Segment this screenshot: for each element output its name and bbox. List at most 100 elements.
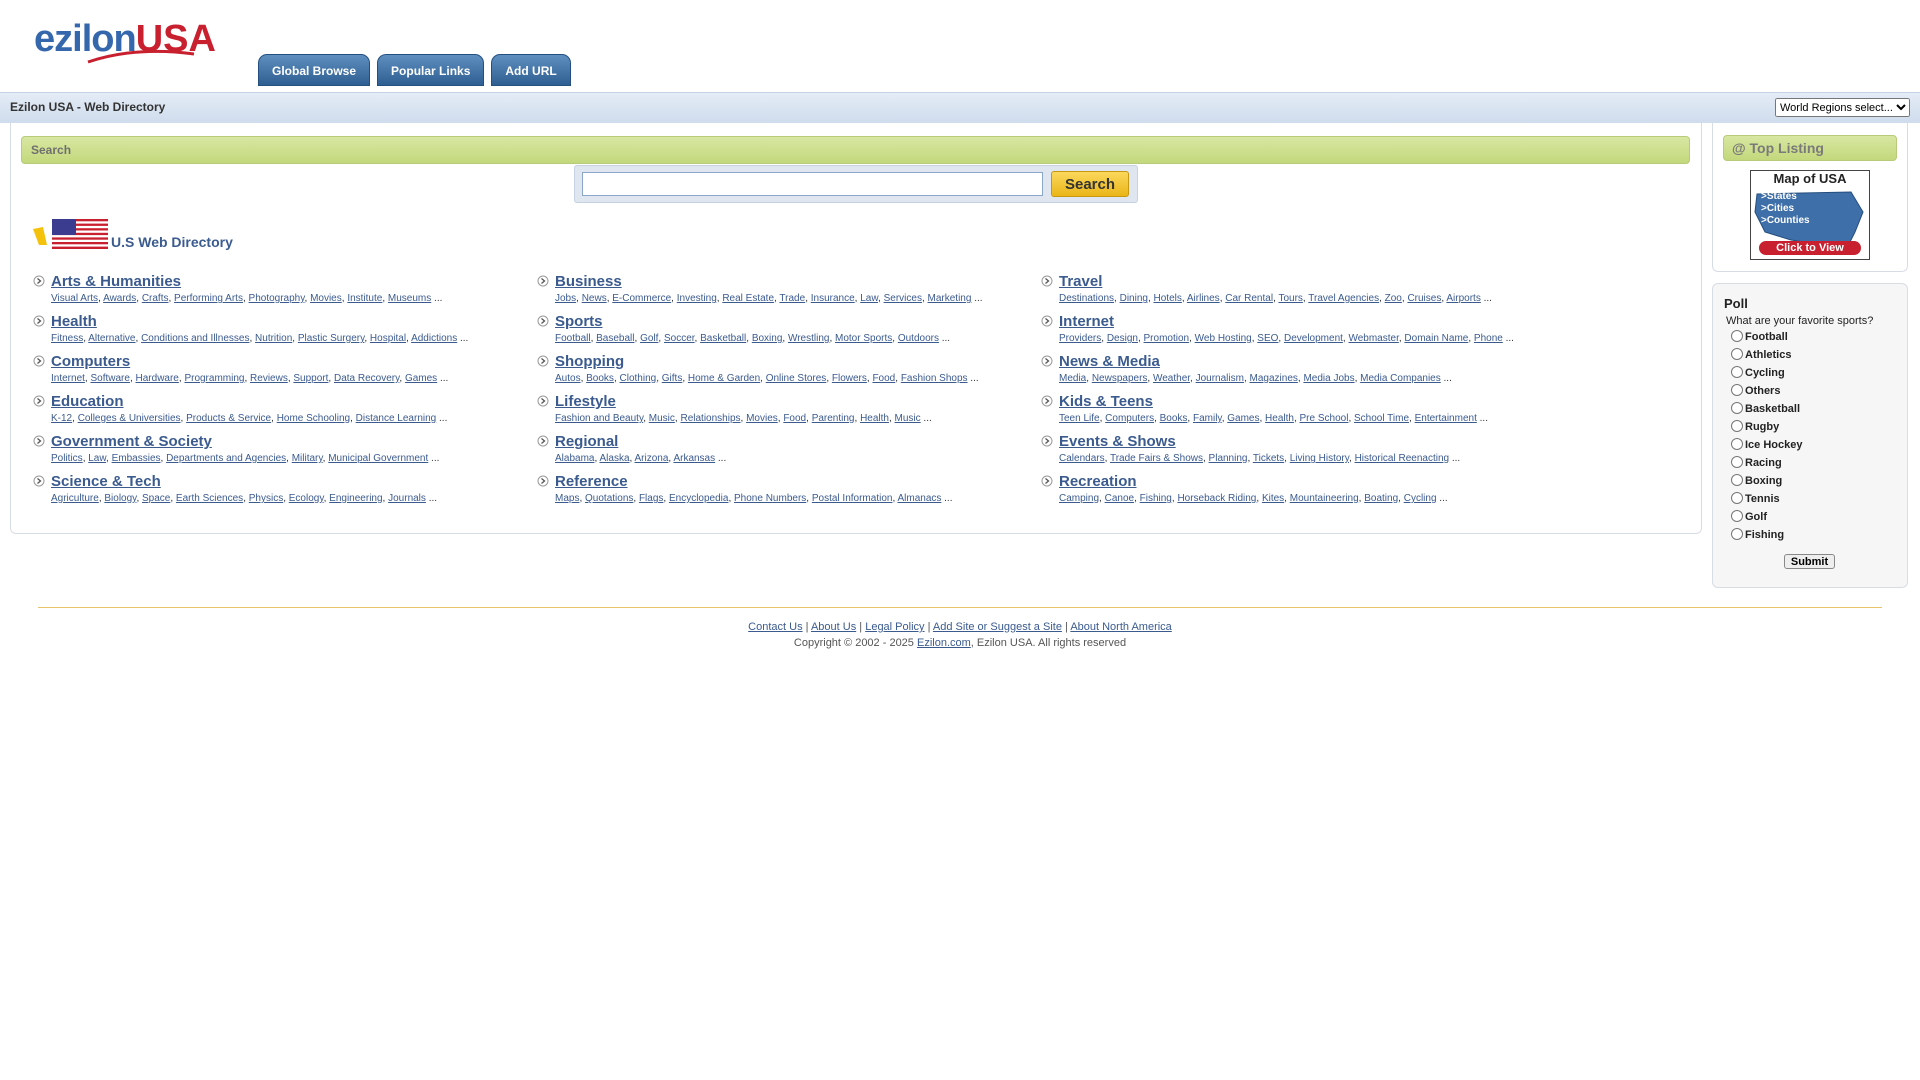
subcategory-link[interactable]: Postal Information (812, 493, 893, 504)
subcategory-link[interactable]: Music (649, 413, 675, 424)
category-link-computers[interactable]: Computers (51, 353, 130, 370)
subcategory-link[interactable]: Plastic Surgery (298, 333, 365, 344)
poll-submit-button[interactable]: Submit (1784, 554, 1835, 569)
category-link-reference[interactable]: Reference (555, 473, 628, 490)
poll-option[interactable]: Golf (1731, 510, 1767, 523)
poll-option[interactable]: Football (1731, 330, 1788, 343)
poll-option[interactable]: Fishing (1731, 528, 1784, 541)
subcategory-link[interactable]: Law (860, 293, 878, 304)
subcategory-link[interactable]: Institute (347, 293, 382, 304)
category-link-education[interactable]: Education (51, 393, 124, 410)
subcategory-link[interactable]: Travel Agencies (1308, 293, 1379, 304)
subcategory-link[interactable]: Space (142, 493, 170, 504)
subcategory-link[interactable]: Wrestling (788, 333, 830, 344)
poll-radio[interactable] (1731, 474, 1743, 486)
subcategory-link[interactable]: Flags (639, 493, 663, 504)
subcategory-link[interactable]: Games (405, 373, 437, 384)
subcategory-link[interactable]: Health (860, 413, 889, 424)
subcategory-link[interactable]: Politics (51, 453, 83, 464)
subcategory-link[interactable]: Embassies (112, 453, 161, 464)
category-link-news-media[interactable]: News & Media (1059, 353, 1160, 370)
poll-radio[interactable] (1731, 492, 1743, 504)
subcategory-link[interactable]: Planning (1209, 453, 1248, 464)
poll-radio[interactable] (1731, 528, 1743, 540)
footer-link[interactable]: About North America (1070, 621, 1172, 633)
subcategory-link[interactable]: Law (88, 453, 106, 464)
search-button[interactable]: Search (1051, 171, 1129, 197)
subcategory-link[interactable]: Alabama (555, 453, 594, 464)
poll-option[interactable]: Boxing (1731, 474, 1782, 487)
subcategory-link[interactable]: Tickets (1253, 453, 1284, 464)
poll-radio[interactable] (1731, 420, 1743, 432)
subcategory-link[interactable]: Living History (1290, 453, 1349, 464)
poll-radio[interactable] (1731, 330, 1743, 342)
subcategory-link[interactable]: Hotels (1154, 293, 1182, 304)
poll-radio[interactable] (1731, 384, 1743, 396)
poll-option[interactable]: Basketball (1731, 402, 1800, 415)
subcategory-link[interactable]: Programming (184, 373, 244, 384)
subcategory-link[interactable]: Visual Arts (51, 293, 98, 304)
subcategory-link[interactable]: Encyclopedia (669, 493, 728, 504)
subcategory-link[interactable]: Media (1059, 373, 1086, 384)
subcategory-link[interactable]: Phone (1474, 333, 1503, 344)
subcategory-link[interactable]: Phone Numbers (734, 493, 806, 504)
subcategory-link[interactable]: Web Hosting (1195, 333, 1252, 344)
subcategory-link[interactable]: Earth Sciences (176, 493, 243, 504)
search-input[interactable] (582, 172, 1043, 196)
category-link-lifestyle[interactable]: Lifestyle (555, 393, 616, 410)
subcategory-link[interactable]: Kites (1262, 493, 1284, 504)
subcategory-link[interactable]: Arizona (635, 453, 669, 464)
poll-radio[interactable] (1731, 510, 1743, 522)
subcategory-link[interactable]: Development (1284, 333, 1343, 344)
subcategory-link[interactable]: Historical Reenacting (1355, 453, 1450, 464)
subcategory-link[interactable]: Cruises (1407, 293, 1441, 304)
subcategory-link[interactable]: Clothing (620, 373, 657, 384)
subcategory-link[interactable]: Autos (555, 373, 581, 384)
subcategory-link[interactable]: Mountaineering (1290, 493, 1359, 504)
poll-option[interactable]: Ice Hockey (1731, 438, 1802, 451)
subcategory-link[interactable]: Support (293, 373, 328, 384)
subcategory-link[interactable]: Horseback Riding (1177, 493, 1256, 504)
subcategory-link[interactable]: Outdoors (898, 333, 939, 344)
subcategory-link[interactable]: Food (872, 373, 895, 384)
subcategory-link[interactable]: E-Commerce (612, 293, 671, 304)
tab-popular-links[interactable]: Popular Links (377, 54, 485, 86)
subcategory-link[interactable]: Investing (677, 293, 717, 304)
subcategory-link[interactable]: Airlines (1187, 293, 1220, 304)
category-link-health[interactable]: Health (51, 313, 97, 330)
subcategory-link[interactable]: Distance Learning (356, 413, 437, 424)
subcategory-link[interactable]: Media Companies (1360, 373, 1441, 384)
subcategory-link[interactable]: Flowers (832, 373, 867, 384)
subcategory-link[interactable]: Engineering (329, 493, 382, 504)
subcategory-link[interactable]: Software (90, 373, 129, 384)
subcategory-link[interactable]: Webmaster (1348, 333, 1398, 344)
subcategory-link[interactable]: Performing Arts (174, 293, 243, 304)
subcategory-link[interactable]: Marketing (928, 293, 972, 304)
subcategory-link[interactable]: Products & Service (186, 413, 271, 424)
poll-option[interactable]: Cycling (1731, 366, 1785, 379)
subcategory-link[interactable]: Motor Sports (835, 333, 892, 344)
subcategory-link[interactable]: Food (783, 413, 806, 424)
subcategory-link[interactable]: Providers (1059, 333, 1101, 344)
poll-option[interactable]: Racing (1731, 456, 1782, 469)
subcategory-link[interactable]: Nutrition (255, 333, 292, 344)
subcategory-link[interactable]: Physics (249, 493, 283, 504)
subcategory-link[interactable]: Departments and Agencies (166, 453, 286, 464)
subcategory-link[interactable]: Crafts (142, 293, 169, 304)
category-link-internet[interactable]: Internet (1059, 313, 1114, 330)
subcategory-link[interactable]: Destinations (1059, 293, 1114, 304)
subcategory-link[interactable]: Internet (51, 373, 85, 384)
subcategory-link[interactable]: Parenting (812, 413, 855, 424)
subcategory-link[interactable]: Movies (746, 413, 778, 424)
poll-radio[interactable] (1731, 402, 1743, 414)
subcategory-link[interactable]: Services (884, 293, 922, 304)
subcategory-link[interactable]: Basketball (700, 333, 746, 344)
subcategory-link[interactable]: Media Jobs (1303, 373, 1354, 384)
subcategory-link[interactable]: Addictions (411, 333, 457, 344)
subcategory-link[interactable]: Online Stores (766, 373, 827, 384)
subcategory-link[interactable]: Agriculture (51, 493, 99, 504)
subcategory-link[interactable]: Cycling (1404, 493, 1437, 504)
subcategory-link[interactable]: Newspapers (1092, 373, 1148, 384)
subcategory-link[interactable]: Biology (104, 493, 136, 504)
subcategory-link[interactable]: Design (1107, 333, 1138, 344)
